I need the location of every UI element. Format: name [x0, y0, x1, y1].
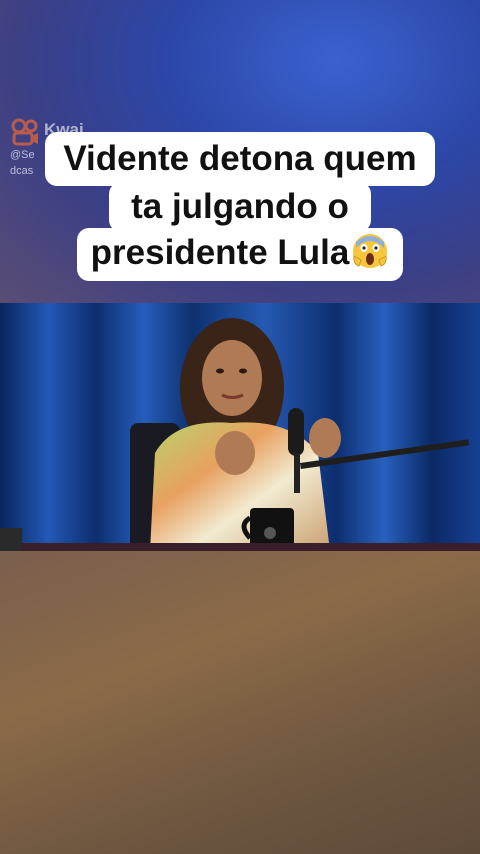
caption-line-3-text: presidente Lula [90, 233, 350, 272]
caption-line-2: ta julgando o [109, 182, 371, 232]
caption-line-1: Vidente detona quem [45, 132, 435, 186]
podcast-studio-frame [0, 303, 480, 551]
screaming-face-emoji-icon [353, 234, 388, 268]
video-caption: Vidente detona quem ta julgando o presid… [0, 132, 480, 281]
caption-line-3: presidente Lula [76, 228, 404, 281]
video-frame[interactable] [0, 303, 480, 551]
blurred-background-bottom [0, 551, 480, 854]
